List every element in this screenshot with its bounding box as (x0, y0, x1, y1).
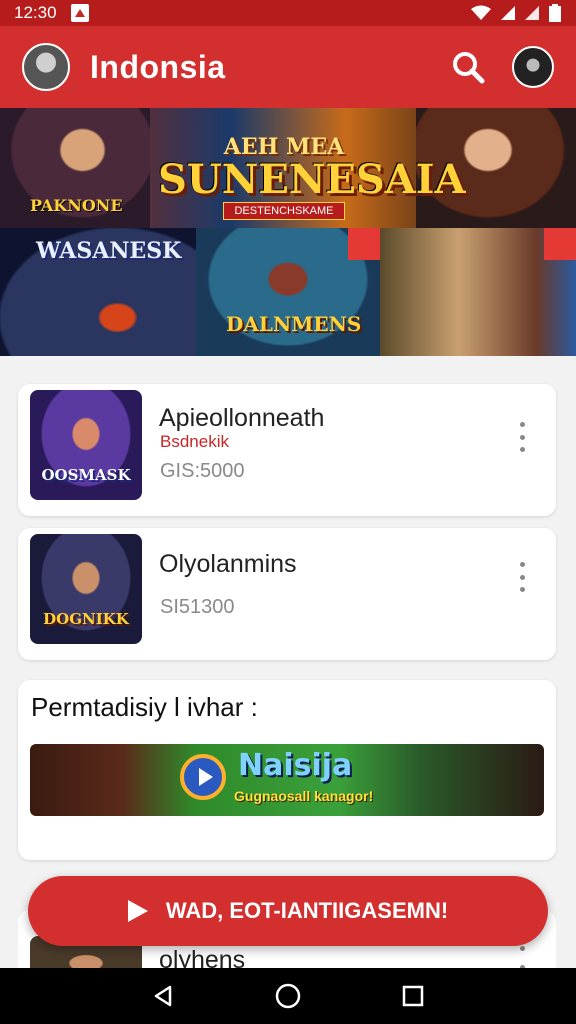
item-name: Apieollonneath (159, 404, 325, 432)
game-thumbnail: DOGNIKK (30, 534, 142, 644)
featured-tile[interactable] (380, 228, 576, 356)
featured-tile[interactable]: WASANESK (0, 228, 196, 356)
profile-avatar[interactable] (512, 46, 554, 88)
play-icon[interactable] (180, 754, 226, 800)
hero-logo: AEH MEA SUNENESAIA DESTENCHSKAME (158, 134, 466, 220)
item-price: SI51300 (160, 596, 235, 618)
status-bar: 12:30 (0, 0, 576, 26)
app-title: Indonsia (90, 48, 226, 85)
wifi-icon (471, 5, 491, 20)
hot-badge (544, 228, 576, 260)
item-tag: Bsdnekik (160, 432, 229, 451)
signal-icon (501, 6, 515, 20)
list-item[interactable]: OOSMASK Apieollonneath Bsdnekik GIS:5000 (18, 384, 556, 516)
more-options-icon[interactable] (510, 422, 534, 452)
recents-icon (403, 985, 424, 1007)
tile-title: WASANESK (36, 238, 182, 264)
thumbnail-title: DOGNIKK (43, 610, 129, 628)
banner-title: Naisija (238, 748, 353, 783)
hero-banner[interactable]: PAKNONE AEH MEA SUNENESAIA DESTENCHSKAME (0, 108, 576, 228)
promo-banner[interactable]: Naisija Gugnaosall kanagor! (30, 744, 544, 816)
item-price: GIS:5000 (160, 460, 245, 482)
status-icons (470, 4, 562, 22)
signal-icon (525, 6, 539, 20)
banner-subtitle: Gugnaosall kanagor! (234, 788, 374, 804)
recents-button[interactable] (398, 981, 428, 1011)
notification-icon (70, 4, 89, 22)
app-bar: Indonsia (0, 26, 576, 108)
action-label: WAD, EOT-IANTIIGASEMN! (165, 898, 449, 923)
more-options-icon[interactable] (510, 562, 534, 592)
home-button[interactable] (273, 981, 303, 1011)
list-item[interactable]: DOGNIKK Olyolanmins SI51300 (18, 528, 556, 660)
featured-tiles: WASANESK DALNMENS (0, 228, 576, 356)
featured-tile[interactable]: DALNMENS (196, 228, 380, 356)
game-thumbnail: OOSMASK (30, 390, 142, 500)
hero-big-title: SUNENESAIA (158, 156, 466, 203)
hot-badge (348, 228, 380, 260)
item-name: Olyolanmins (159, 550, 297, 578)
tile-title: DALNMENS (226, 312, 362, 336)
home-icon (275, 983, 301, 1009)
thumbnail-title: OOSMASK (41, 466, 131, 484)
play-icon (127, 900, 148, 922)
avatar[interactable] (22, 43, 70, 91)
promo-section: Permtadisiy l ivhar : Naisija Gugnaosall… (18, 680, 556, 860)
clock: 12:30 (14, 3, 57, 22)
system-nav-bar (0, 968, 576, 1024)
hero-ribbon: DESTENCHSKAME (223, 202, 345, 220)
battery-icon (549, 4, 561, 22)
back-button[interactable] (148, 981, 178, 1011)
search-icon (453, 52, 485, 84)
search-button[interactable] (446, 45, 490, 89)
hero-left-caption: PAKNONE (30, 196, 123, 215)
section-heading: Permtadisiy l ivhar : (31, 692, 258, 722)
more-options-icon[interactable] (510, 946, 534, 970)
primary-action-button[interactable]: WAD, EOT-IANTIIGASEMN! (28, 876, 548, 946)
back-icon (154, 985, 171, 1007)
